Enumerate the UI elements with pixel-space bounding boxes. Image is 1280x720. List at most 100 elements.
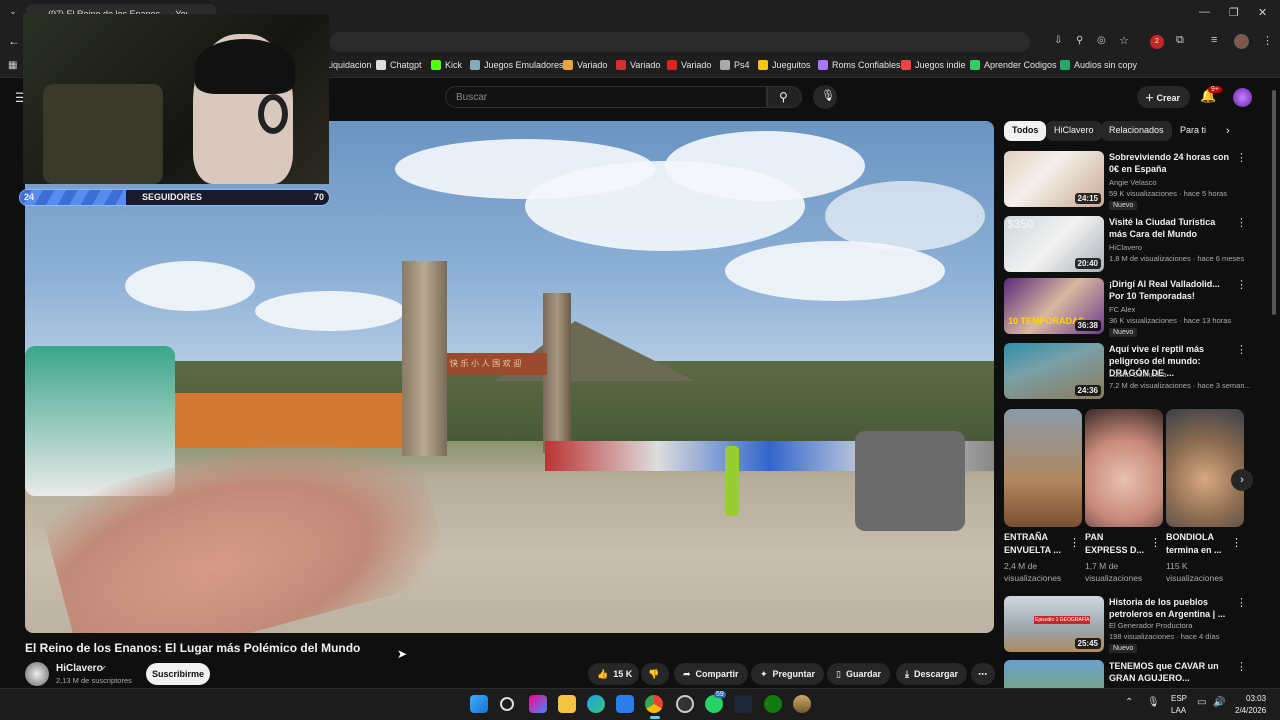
short-title[interactable]: ENTRAÑA ENVUELTA ... (1004, 531, 1066, 557)
bookmark-item[interactable]: Roms Confiables (818, 60, 901, 70)
subscribe-button[interactable]: Suscribirme (146, 663, 210, 685)
short-thumbnail[interactable] (1004, 409, 1082, 527)
page-scrollbar[interactable] (1272, 90, 1276, 315)
rec-title[interactable]: Visité la Ciudad Turística más Cara del … (1109, 216, 1234, 240)
recommendation-item[interactable]: Episodio 1 GEOGRAFÍA 25:45 Historia de lo… (1004, 596, 1254, 656)
short-thumbnail[interactable] (1166, 409, 1244, 527)
channel-avatar[interactable] (25, 662, 49, 686)
channel-name[interactable]: HiClavero (56, 663, 103, 674)
video-thumbnail[interactable] (1004, 660, 1104, 688)
save-button[interactable]: ▯ Guardar (827, 663, 890, 685)
ask-button[interactable]: ✦ Preguntar (751, 663, 825, 685)
reading-list-icon[interactable]: ≡ (1211, 34, 1217, 46)
obs-icon[interactable] (676, 695, 694, 713)
rec-title[interactable]: Historia de los pueblos petroleros en Ar… (1109, 596, 1234, 620)
apps-icon[interactable]: ▦ (8, 60, 17, 71)
clock-date[interactable]: 2/4/2026 (1235, 706, 1266, 715)
video-thumbnail[interactable]: $350 20:40 (1004, 216, 1104, 272)
recommendation-item[interactable]: $350 20:40 Visité la Ciudad Turística más… (1004, 216, 1254, 276)
share-button[interactable]: ➦ Compartir (674, 663, 748, 685)
install-icon[interactable]: ⇩ (1054, 35, 1062, 46)
rec-channel[interactable]: FC Alex (1109, 305, 1135, 314)
video-thumbnail[interactable]: 10 TEMPORADAS 36:38 (1004, 278, 1104, 334)
chip-para-ti[interactable]: Para ti (1172, 121, 1214, 141)
search-input[interactable]: Buscar (445, 86, 767, 108)
download-button[interactable]: ⤓ Descargar (896, 663, 968, 685)
windows-start-icon[interactable] (470, 695, 488, 713)
tray-mic-icon[interactable]: 🎙 (1147, 697, 1160, 708)
language-indicator[interactable]: ESP (1171, 694, 1187, 703)
more-icon[interactable]: ⋮ (1236, 278, 1247, 291)
rec-title[interactable]: TENEMOS que CAVAR un GRAN AGUJERO... (1109, 660, 1234, 684)
short-thumbnail[interactable] (1085, 409, 1163, 527)
dislike-button[interactable]: 👎 (641, 663, 669, 685)
rec-title[interactable]: ¡Dirigí Al Real Valladolid... Por 10 Tem… (1109, 278, 1234, 302)
copilot-icon[interactable] (529, 695, 547, 713)
volume-icon[interactable]: 🔊 (1213, 697, 1225, 708)
tab-list-button[interactable]: ⌄ (4, 6, 22, 22)
create-button[interactable]: ＋ Crear (1137, 86, 1190, 108)
more-icon[interactable]: ⋮ (1231, 536, 1242, 549)
more-icon[interactable]: ⋮ (1236, 151, 1247, 164)
tray-chevron-icon[interactable]: ⌃ (1125, 697, 1133, 708)
url-field[interactable] (330, 32, 1030, 52)
more-actions-button[interactable]: ⋯ (971, 663, 995, 685)
like-button[interactable]: 👍 15 K (588, 663, 639, 685)
browser-menu-icon[interactable]: ⋮ (1262, 34, 1273, 47)
more-icon[interactable]: ⋮ (1236, 660, 1247, 673)
more-icon[interactable]: ⋮ (1236, 343, 1247, 356)
profile-avatar[interactable] (1234, 34, 1249, 49)
more-icon[interactable]: ⋮ (1069, 536, 1080, 549)
rec-channel[interactable]: El Generador Productora (1109, 621, 1192, 630)
video-thumbnail[interactable]: 24:36 (1004, 343, 1104, 399)
network-icon[interactable]: ▭ (1197, 697, 1206, 708)
bookmark-item[interactable]: Variado (563, 60, 607, 70)
language-layout[interactable]: LAA (1171, 706, 1186, 715)
user-avatar[interactable] (1233, 88, 1252, 107)
chip-relacionados[interactable]: Relacionados (1101, 121, 1172, 141)
bookmark-item[interactable]: Variado (667, 60, 711, 70)
video-thumbnail[interactable]: 24:15 (1004, 151, 1104, 207)
voice-search-button[interactable]: 🎙 (813, 85, 837, 109)
rec-channel[interactable]: Angie Velasco (1109, 178, 1157, 187)
bookmark-star-icon[interactable]: ☆ (1119, 34, 1129, 47)
bookmark-item[interactable]: Variado (616, 60, 660, 70)
chip-todos[interactable]: Todos (1004, 121, 1047, 141)
more-icon[interactable]: ⋮ (1236, 596, 1247, 609)
close-window-button[interactable]: ✕ (1258, 6, 1267, 19)
chip-hiclavero[interactable]: HiClavero (1046, 121, 1102, 141)
extensions-icon[interactable]: ⧉ (1176, 34, 1184, 47)
xbox-icon[interactable] (764, 695, 782, 713)
bookmark-item[interactable]: Kick (431, 60, 462, 70)
rec-title[interactable]: Sobreviviendo 24 horas con 0€ en España (1109, 151, 1234, 175)
league-icon[interactable] (793, 695, 811, 713)
store-icon[interactable] (616, 695, 634, 713)
steam-icon[interactable] (734, 695, 752, 713)
minimize-button[interactable]: — (1199, 6, 1210, 18)
bookmark-item[interactable]: Aprender Codigos (970, 60, 1057, 70)
edge-icon[interactable] (587, 695, 605, 713)
bookmark-item[interactable]: Chatgpt (376, 60, 422, 70)
more-icon[interactable]: ⋮ (1150, 536, 1161, 549)
short-title[interactable]: PAN EXPRESS D... (1085, 531, 1147, 557)
back-icon[interactable]: ← (8, 34, 20, 48)
file-explorer-icon[interactable] (558, 695, 576, 713)
rec-channel[interactable]: HiClavero (1109, 243, 1142, 252)
eye-off-icon[interactable]: ◎ (1097, 35, 1106, 46)
search-button[interactable]: ⚲ (767, 86, 802, 108)
clock-time[interactable]: 03:03 (1246, 694, 1266, 703)
bookmark-item[interactable]: Juegos indie (901, 60, 966, 70)
recommendation-item[interactable]: 24:36 Aquí vive el reptil más peligroso … (1004, 343, 1254, 403)
bookmark-item[interactable]: Jueguitos (758, 60, 811, 70)
chrome-icon[interactable] (645, 695, 663, 713)
zoom-icon[interactable]: ⚲ (1076, 35, 1083, 46)
recommendation-item[interactable]: 10 TEMPORADAS 36:38 ¡Dirigí Al Real Valla… (1004, 278, 1254, 338)
rec-channel[interactable]: Luisito Comunica (1109, 370, 1167, 379)
chip-next-icon[interactable]: › (1226, 125, 1230, 137)
search-taskbar-icon[interactable] (500, 697, 514, 711)
more-icon[interactable]: ⋮ (1236, 216, 1247, 229)
maximize-button[interactable]: ❐ (1229, 6, 1239, 19)
short-title[interactable]: BONDIOLA termina en ... (1166, 531, 1228, 557)
shorts-next-button[interactable]: › (1231, 469, 1253, 491)
bookmark-item[interactable]: Juegos Emuladores (470, 60, 564, 70)
